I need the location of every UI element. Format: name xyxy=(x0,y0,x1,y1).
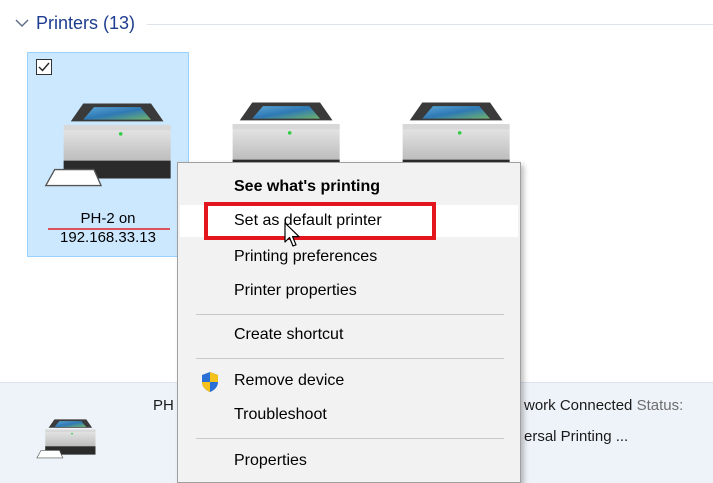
menu-separator xyxy=(196,438,504,439)
menu-troubleshoot[interactable]: Troubleshoot xyxy=(180,399,518,431)
group-title: Printers (13) xyxy=(36,12,136,33)
details-category: work Connected xyxy=(524,397,633,414)
menu-printing-preferences[interactable]: Printing preferences xyxy=(180,241,518,273)
chevron-down-icon[interactable] xyxy=(14,15,30,31)
printer-icon xyxy=(36,419,96,459)
group-divider xyxy=(147,23,713,25)
menu-properties[interactable]: Properties xyxy=(180,445,518,477)
menu-remove-device[interactable]: Remove device xyxy=(180,365,518,397)
menu-create-shortcut[interactable]: Create shortcut xyxy=(180,319,518,351)
printers-group-header[interactable]: Printers (13) xyxy=(14,10,713,36)
details-device-name: PH xyxy=(153,397,174,414)
annotation-highlight-box xyxy=(204,202,436,240)
details-status: work Connected Status: xyxy=(524,397,683,414)
details-status-label: Status: xyxy=(636,397,684,414)
checkbox-checked-icon[interactable] xyxy=(36,59,52,75)
uac-shield-icon xyxy=(202,372,218,392)
details-model: ersal Printing ... xyxy=(524,428,629,445)
menu-printer-properties[interactable]: Printer properties xyxy=(180,275,518,307)
menu-separator xyxy=(196,314,504,315)
menu-separator xyxy=(196,358,504,359)
menu-remove-device-label: Remove device xyxy=(234,372,345,389)
menu-see-whats-printing[interactable]: See what's printing xyxy=(180,171,518,203)
printer-tile-ph-2[interactable]: PH-2 on 192.168.33.13 xyxy=(27,52,189,257)
printer-icon xyxy=(45,102,172,187)
printer-name: PH-2 on xyxy=(80,210,136,227)
name-edit-underline xyxy=(48,228,170,230)
mouse-pointer-icon xyxy=(284,222,300,247)
